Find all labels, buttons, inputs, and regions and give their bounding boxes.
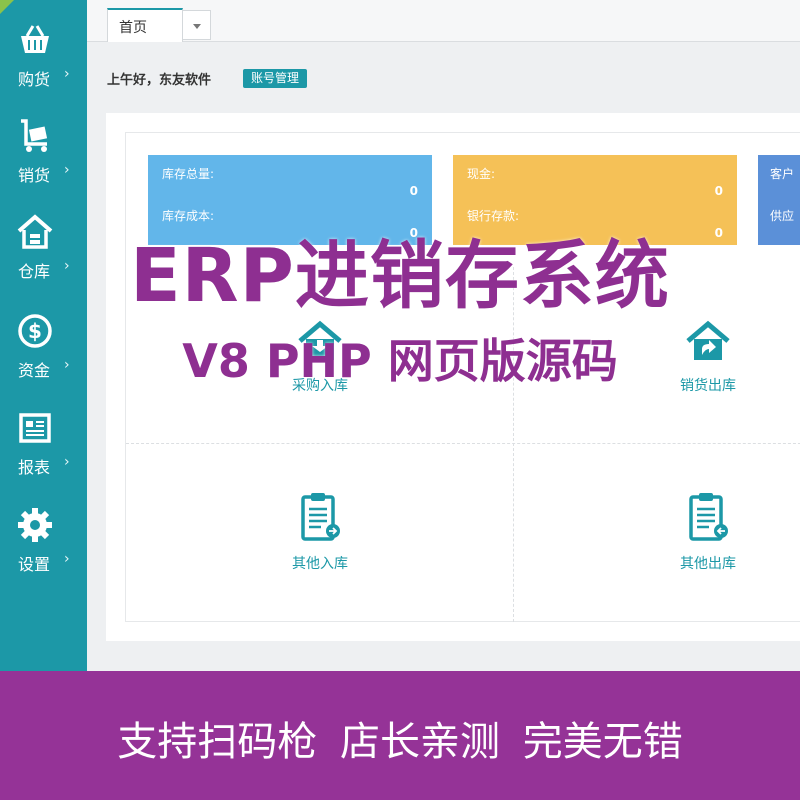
basket-icon <box>21 25 49 53</box>
caret-down-icon <box>193 24 201 29</box>
card-value: 0 <box>409 184 418 198</box>
chevron-right-icon: › <box>64 551 70 567</box>
grid-divider-horizontal <box>126 443 800 444</box>
greeting-text: 上午好，东友软件 <box>107 73 212 88</box>
sidebar-item-label: 销货 <box>18 166 51 185</box>
clipboard-icon <box>301 493 340 541</box>
sidebar-item-settings[interactable]: 设置 › <box>0 507 87 603</box>
sidebar-item-reports[interactable]: 报表 › <box>0 410 87 506</box>
promo-subtitle: V8 PHP 网页版源码 <box>182 334 618 388</box>
card-label: 库存总量: <box>162 167 215 181</box>
sidebar-item-label: 报表 <box>18 458 51 477</box>
quick-action-label: 其他出库 <box>680 556 736 572</box>
promo-banner: 支持扫码枪 店长亲测 完美无错 <box>0 671 800 800</box>
tab-bar: 首页 <box>87 0 800 42</box>
chevron-right-icon: › <box>64 66 70 82</box>
card-label: 客户 <box>770 167 795 181</box>
quick-action-label: 其他入库 <box>292 556 348 572</box>
tab-label: 首页 <box>119 20 147 36</box>
card-value: 0 <box>714 184 723 198</box>
sidebar-item-purchase[interactable]: 购货 › <box>0 22 87 118</box>
promo-banner-text: 支持扫码枪 店长亲测 完美无错 <box>117 719 683 765</box>
report-icon <box>19 413 51 443</box>
clipboard-icon <box>689 493 728 541</box>
chevron-right-icon: › <box>64 454 70 470</box>
sidebar-item-label: 设置 <box>18 555 51 574</box>
gear-icon <box>18 508 52 542</box>
sidebar-item-label: 购货 <box>18 70 51 89</box>
tab-dropdown-button[interactable] <box>183 10 211 40</box>
account-manage-button[interactable]: 账号管理 <box>243 69 308 88</box>
other-out-button[interactable]: 其他出库 <box>618 491 798 573</box>
cart-icon <box>21 119 48 152</box>
card-label: 现金: <box>467 167 496 181</box>
corner-marker <box>0 0 14 14</box>
tab-home[interactable]: 首页 <box>107 8 183 42</box>
other-in-button[interactable]: 其他入库 <box>230 491 410 573</box>
promo-title: ERP进销存系统 <box>130 233 670 319</box>
sidebar-item-sales[interactable]: 销货 › <box>0 118 87 214</box>
chevron-right-icon: › <box>64 162 70 178</box>
